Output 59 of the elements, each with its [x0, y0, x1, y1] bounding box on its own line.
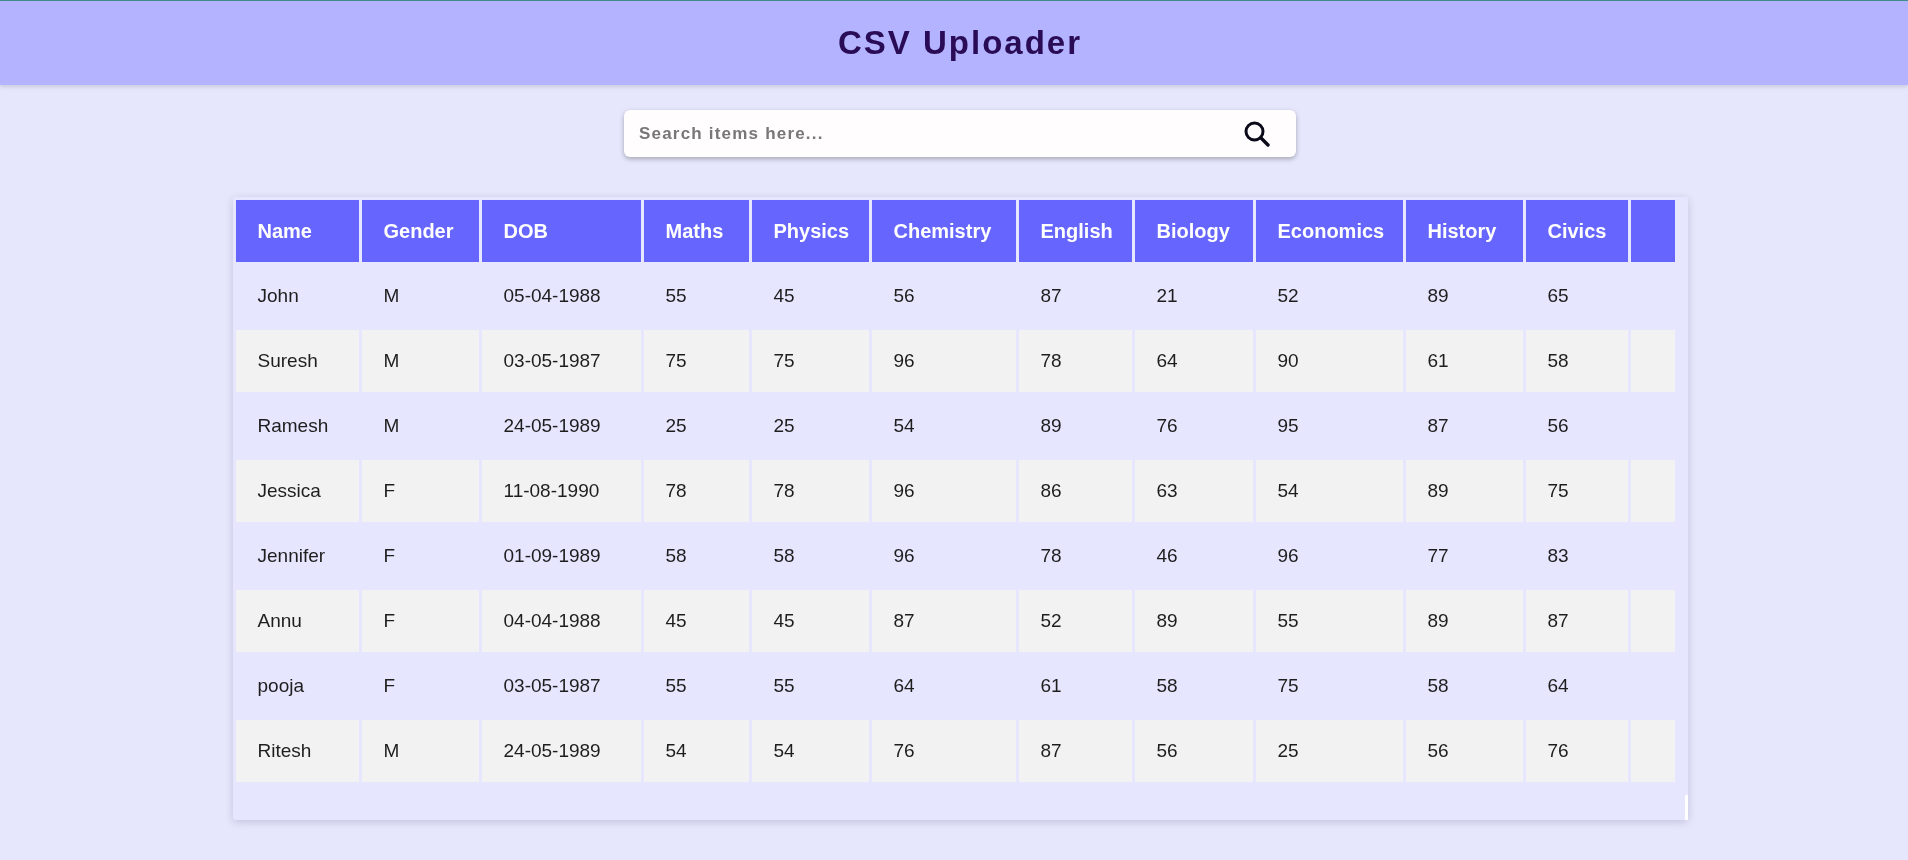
table-cell: 87 [1018, 720, 1132, 782]
table-cell: F [361, 460, 479, 522]
table-cell: 75 [643, 330, 749, 392]
table-cell: 75 [751, 330, 869, 392]
column-header: Civics [1525, 200, 1628, 262]
table-cell: 78 [1018, 330, 1132, 392]
table-cell: 64 [1134, 330, 1253, 392]
table-cell: 56 [1405, 720, 1523, 782]
table-cell: 96 [871, 330, 1016, 392]
column-header: DOB [481, 200, 641, 262]
table-cell: 04-04-1988 [481, 590, 641, 652]
column-header: English [1018, 200, 1132, 262]
column-header: Maths [643, 200, 749, 262]
table-cell: F [361, 590, 479, 652]
table-cell: 58 [1525, 330, 1628, 392]
column-header: Biology [1134, 200, 1253, 262]
table-cell: 76 [871, 720, 1016, 782]
table-cell: 56 [1134, 720, 1253, 782]
search-field[interactable]: Search items here... [624, 110, 1296, 157]
table-cell: 87 [871, 590, 1016, 652]
table-cell: 54 [643, 720, 749, 782]
table-cell: 11-08-1990 [481, 460, 641, 522]
table-cell: 24-05-1989 [481, 720, 641, 782]
table-cell: Annu [235, 590, 359, 652]
table-cell: M [361, 330, 479, 392]
column-header: Name [235, 200, 359, 262]
column-header: Physics [751, 200, 869, 262]
page-title: CSV Uploader [837, 24, 1082, 62]
column-header: Chemistry [871, 200, 1016, 262]
table-cell: 89 [1134, 590, 1253, 652]
table-cell: 63 [1134, 460, 1253, 522]
search-icon[interactable] [1244, 121, 1270, 147]
table-cell: 86 [1018, 460, 1132, 522]
table-cell: 87 [1525, 590, 1628, 652]
table-cell: 55 [1255, 590, 1403, 652]
table-cell: Jessica [235, 460, 359, 522]
table-cell: M [361, 720, 479, 782]
column-header: History [1405, 200, 1523, 262]
table-cell: 03-05-1987 [481, 330, 641, 392]
table-cell: 89 [1405, 590, 1523, 652]
table-cell: 78 [751, 460, 869, 522]
table-cell: 90 [1255, 330, 1403, 392]
column-header: Economics [1255, 200, 1403, 262]
table-cell: 25 [1255, 720, 1403, 782]
table-cell: 75 [1525, 460, 1628, 522]
table-cell: 45 [643, 590, 749, 652]
table-cell: Suresh [235, 330, 359, 392]
table-cell: Ritesh [235, 720, 359, 782]
table-cell: 54 [751, 720, 869, 782]
table-cell: 52 [1018, 590, 1132, 652]
column-header: Gender [361, 200, 479, 262]
table-cell: 96 [871, 460, 1016, 522]
column-header [1630, 200, 1675, 262]
table-cell: 78 [643, 460, 749, 522]
table-cell: 61 [1405, 330, 1523, 392]
table-cell: 54 [1255, 460, 1403, 522]
table-cell: 76 [1525, 720, 1628, 782]
table-cell: 89 [1405, 460, 1523, 522]
table-cell: 45 [751, 590, 869, 652]
